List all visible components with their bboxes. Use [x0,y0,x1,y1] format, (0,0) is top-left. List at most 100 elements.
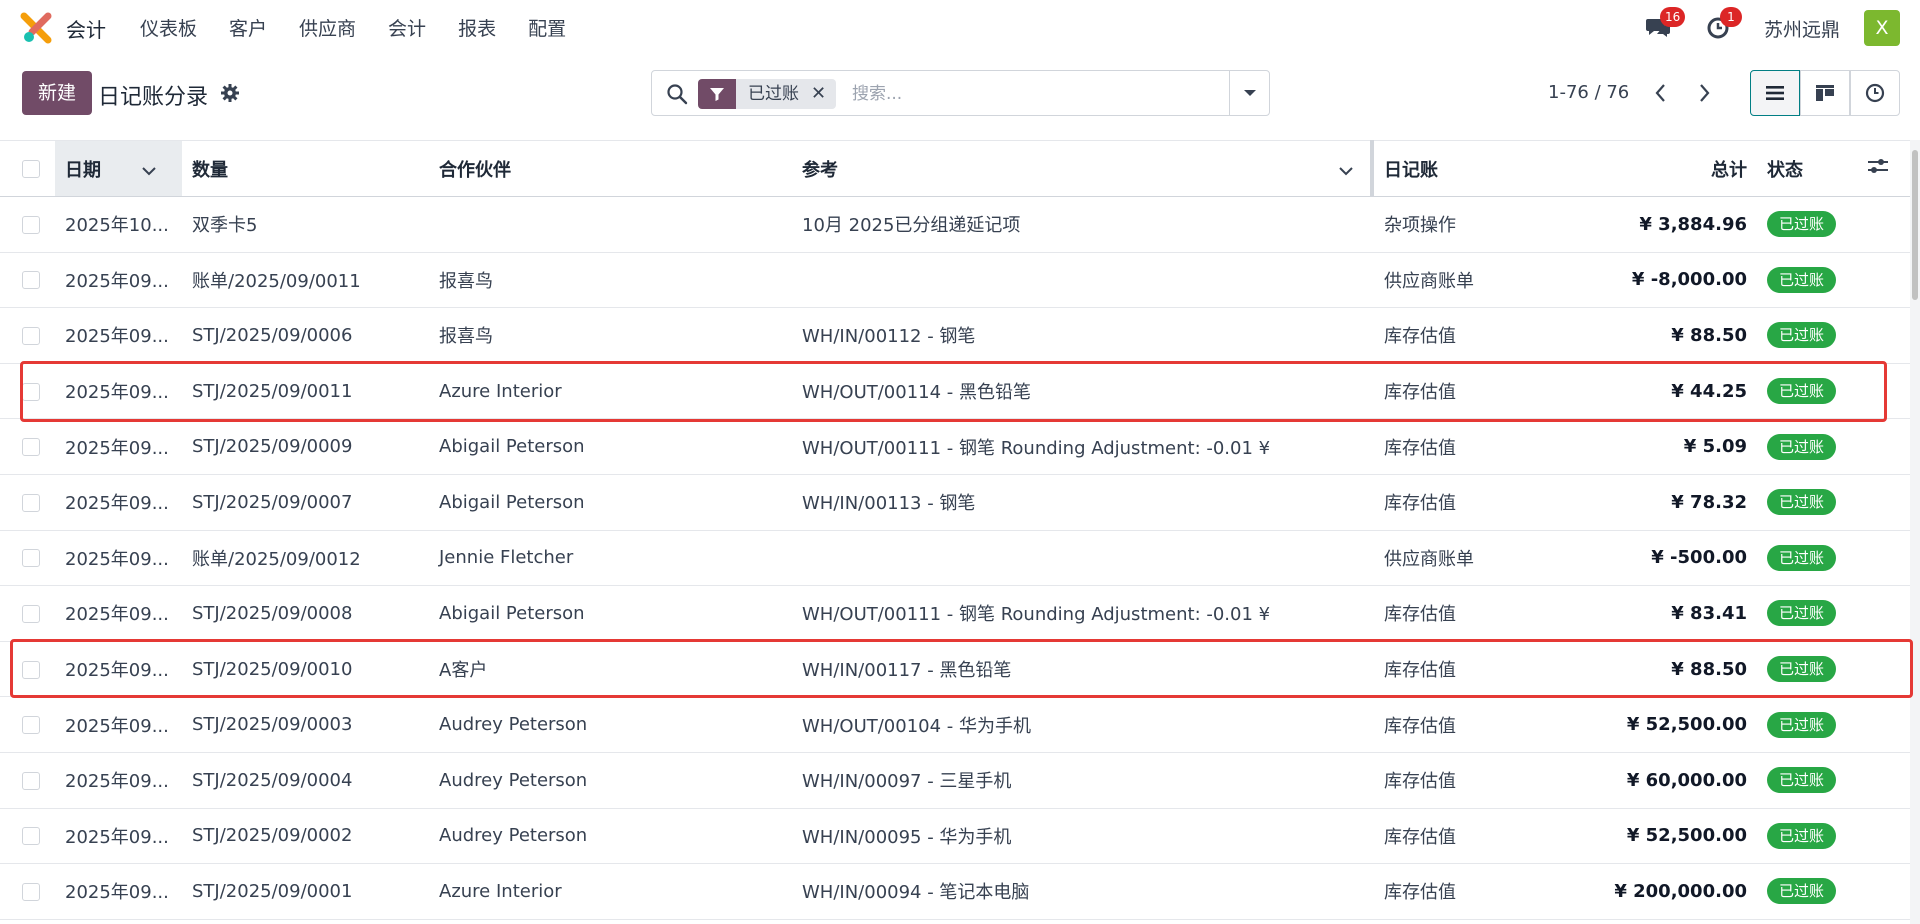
cell-date: 2025年09... [65,771,169,793]
cell-date: 2025年09... [65,382,169,404]
column-header-reference[interactable]: 参考 [792,141,1374,197]
menu-item-reports[interactable]: 报表 [458,14,496,41]
cell-partner: Audrey Peterson [439,769,588,791]
cell-reference: 10月 2025已分组递延记项 [802,215,1021,237]
messages-button[interactable]: 16 [1644,7,1686,43]
status-badge: 已过账 [1767,767,1837,794]
column-resize-handle[interactable] [1370,140,1374,196]
table-row[interactable]: 2025年09... STJ/2025/09/0010 A客户 WH/IN/00117… [0,641,1910,697]
user-avatar[interactable]: X [1864,10,1900,46]
top-navbar: 会计 仪表板 客户 供应商 会计 报表 配置 16 1 苏州远鼎 X [0,0,1920,56]
cell-date: 2025年09... [65,270,169,292]
table-row[interactable]: 2025年09... STJ/2025/09/0002 Audrey Peterso… [0,808,1910,864]
cell-status: 已过账 [1757,474,1857,530]
cell-empty [1857,530,1910,586]
scrollbar-thumb[interactable] [1912,150,1918,300]
cell-date: 2025年09... [65,660,169,682]
row-checkbox[interactable] [22,827,40,846]
cell-number: STJ/2025/09/0006 [192,324,353,346]
table-row[interactable]: 2025年09... STJ/2025/09/0008 Abigail Peters… [0,586,1910,642]
cell-reference [792,252,1374,308]
column-header-partner[interactable]: 合作伙伴 [429,141,792,197]
search-bar: 已过账 ✕ [651,70,1270,116]
column-header-journal[interactable]: 日记账 [1374,141,1554,197]
cell-date: 2025年10... [65,215,169,237]
table-row[interactable]: 2025年09... STJ/2025/09/0011 Azure Interior… [0,363,1910,419]
search-input[interactable] [852,80,1152,108]
status-badge: 已过账 [1767,822,1837,849]
menu-item-vendors[interactable]: 供应商 [299,14,356,41]
cell-empty [1857,864,1910,920]
app-name[interactable]: 会计 [66,14,106,43]
company-switcher[interactable]: 苏州远鼎 [1764,15,1840,42]
row-checkbox[interactable] [22,493,40,512]
row-checkbox[interactable] [22,604,40,623]
activity-view-button[interactable] [1850,70,1900,116]
chevron-down-icon [1339,166,1353,175]
row-checkbox[interactable] [22,549,40,568]
select-all-checkbox[interactable] [22,160,40,178]
pager-previous-button[interactable] [1649,80,1673,106]
cell-partner: Azure Interior [439,380,562,402]
clock-icon [1865,83,1885,103]
table-row[interactable]: 2025年09... 账单/2025/09/0012 Jennie Fletcher… [0,530,1910,586]
row-checkbox[interactable] [22,716,40,735]
cell-empty [1857,308,1910,364]
status-badge: 已过账 [1767,433,1837,460]
table-row[interactable]: 2025年09... STJ/2025/09/0003 Audrey Peterso… [0,697,1910,753]
cell-reference: WH/IN/00097 - 三星手机 [802,771,1012,793]
table-row[interactable]: 2025年09... STJ/2025/09/0004 Audrey Peterso… [0,752,1910,809]
list-icon [1766,86,1784,100]
cell-number: 账单/2025/09/0012 [192,548,361,570]
kanban-icon [1816,85,1834,101]
table-row[interactable]: 2025年10... 双季卡5 10月 2025已分组递延记项 杂项操作 ¥ 3,884… [0,197,1910,253]
cell-empty [1857,419,1910,475]
column-header-number[interactable]: 数量 [182,141,429,197]
row-checkbox[interactable] [22,326,40,345]
menu-item-configuration[interactable]: 配置 [528,14,566,41]
pager-next-button[interactable] [1692,80,1716,106]
column-header-status[interactable]: 状态 [1757,141,1857,197]
row-checkbox[interactable] [22,882,40,901]
cell-partner: Azure Interior [439,880,562,902]
row-checkbox[interactable] [22,438,40,457]
filter-icon [698,79,736,109]
menu-item-dashboard[interactable]: 仪表板 [140,14,197,41]
pager-value[interactable]: 1-76 / 76 [1548,82,1629,103]
row-checkbox[interactable] [22,271,40,290]
row-checkbox[interactable] [22,382,40,401]
app-logo-icon[interactable] [20,12,52,44]
table-row[interactable]: 2025年09... STJ/2025/09/0006 报喜鸟 WH/IN/00112… [0,308,1910,364]
column-header-date[interactable]: 日期 [55,140,182,197]
search-options-toggle[interactable] [1229,71,1269,115]
cell-status: 已过账 [1757,808,1857,864]
cell-total: ¥ 52,500.00 [1626,714,1747,736]
row-checkbox[interactable] [22,660,40,679]
search-icon[interactable] [666,83,688,105]
menu-item-customers[interactable]: 客户 [229,14,267,41]
cell-journal: 库存估值 [1384,493,1456,515]
status-badge: 已过账 [1767,656,1837,683]
table-row[interactable]: 2025年09... 账单/2025/09/0011 报喜鸟 供应商账单 ¥ -8,00… [0,252,1910,308]
new-button[interactable]: 新建 [22,71,92,115]
table-row[interactable]: 2025年09... STJ/2025/09/0001 Azure Interior… [0,864,1910,920]
vertical-scrollbar[interactable] [1910,140,1920,924]
cell-total: ¥ 3,884.96 [1639,213,1747,235]
cell-date: 2025年09... [65,548,169,570]
row-checkbox[interactable] [22,215,40,234]
list-view-button[interactable] [1750,70,1800,116]
optional-columns-toggle[interactable] [1857,141,1910,197]
row-checkbox[interactable] [22,771,40,790]
gear-icon[interactable] [220,83,240,103]
activities-button[interactable]: 1 [1704,7,1742,43]
facet-remove-icon[interactable]: ✕ [811,79,826,109]
table-row[interactable]: 2025年09... STJ/2025/09/0009 Abigail Peters… [0,419,1910,475]
kanban-view-button[interactable] [1800,70,1850,116]
menu-item-accounting[interactable]: 会计 [388,14,426,41]
cell-status: 已过账 [1757,363,1857,419]
cell-total: ¥ -8,000.00 [1631,269,1747,291]
chevron-left-icon [1655,84,1665,102]
table-row[interactable]: 2025年09... STJ/2025/09/0007 Abigail Peters… [0,474,1910,531]
cell-empty [1857,197,1910,253]
column-header-total[interactable]: 总计 [1554,141,1757,197]
